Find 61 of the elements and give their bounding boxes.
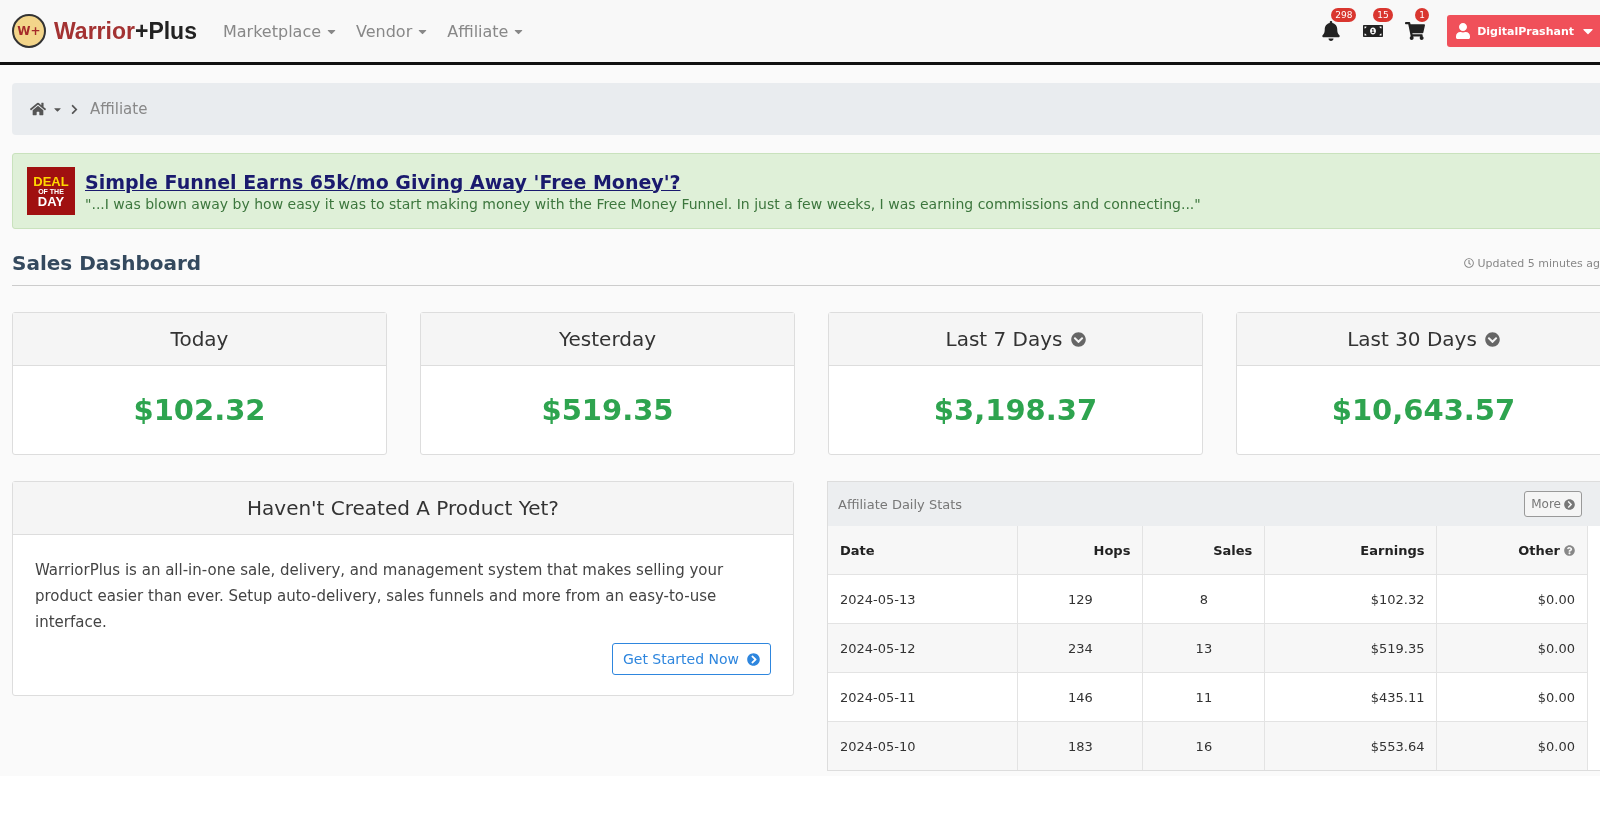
table-cell: 2024-05-13 <box>828 574 1018 624</box>
stat-label: Yesterday <box>558 327 657 351</box>
stat-label: Last 7 Days <box>945 327 1063 351</box>
table-cell: $0.00 <box>1436 623 1588 673</box>
user-icon <box>1455 23 1472 39</box>
bell-icon[interactable] <box>1321 21 1342 41</box>
nav-menu[interactable]: Marketplace <box>222 21 338 41</box>
promo-text: WarriorPlus is an all-in-one sale, delivery, and management system that makes selling your product easier than ever. Setup auto-delivery, sales funnels and more from an easy-to-use interface. <box>34 560 725 633</box>
get-started-button[interactable]: Get Started Now <box>611 643 771 675</box>
stat-value: $10,643.57 <box>1331 393 1516 427</box>
table-cell: $0.00 <box>1436 721 1588 770</box>
table-cell: $519.35 <box>1264 623 1437 673</box>
chevron-icon <box>69 103 80 115</box>
count-badge: 15 <box>1373 8 1393 22</box>
table-cell: 2024-05-12 <box>828 623 1018 673</box>
promo-title: Haven't Created A Product Yet? <box>247 496 559 520</box>
stat-label: Today <box>170 327 229 351</box>
clock-icon <box>1464 258 1475 268</box>
count-badge: 298 <box>1331 8 1357 22</box>
table-cell: 129 <box>1017 574 1143 624</box>
table-cell: $0.00 <box>1436 672 1588 722</box>
dropdown-icon[interactable] <box>1070 331 1086 347</box>
home-icon[interactable] <box>30 101 46 117</box>
dropdown-icon[interactable] <box>1484 331 1500 347</box>
stat-value: $102.32 <box>133 393 266 427</box>
table-cell: 2024-05-10 <box>828 721 1018 770</box>
nav-menu[interactable]: Affiliate <box>447 21 526 41</box>
column-header: Hops <box>1017 526 1143 575</box>
table-cell: 183 <box>1017 721 1143 770</box>
panel-title: Affiliate Daily Stats <box>838 496 963 512</box>
stat-label: Last 30 Days <box>1347 327 1477 351</box>
table-cell: $435.11 <box>1264 672 1437 722</box>
column-header: Sales <box>1142 526 1265 575</box>
nav-menu[interactable]: Vendor <box>356 21 430 41</box>
table-cell: 16 <box>1142 721 1265 770</box>
column-header: Date <box>828 526 1018 575</box>
table-cell: 8 <box>1142 574 1265 624</box>
more-button[interactable]: More <box>1524 491 1582 517</box>
count-badge: 1 <box>1415 8 1429 22</box>
updated-text: Updated 5 minutes ag <box>1464 256 1600 270</box>
cart-icon[interactable] <box>1405 21 1426 41</box>
column-header: Earnings <box>1264 526 1437 575</box>
brand-name[interactable]: Warrior+Plus <box>54 17 197 45</box>
table-cell: 146 <box>1017 672 1143 722</box>
help-icon[interactable] <box>1564 544 1575 556</box>
table-cell: 11 <box>1142 672 1265 722</box>
deal-link[interactable]: Simple Funnel Earns 65k/mo Giving Away 'Free Money'? <box>85 170 681 193</box>
table-cell: $102.32 <box>1264 574 1437 624</box>
table-cell: $553.64 <box>1264 721 1437 770</box>
table-cell: 234 <box>1017 623 1143 673</box>
deal-quote: "...I was blown away by how easy it was to start making money with the Free Money Funnel. In just a few weeks, I was earning commissions and connecting..." <box>85 195 1201 212</box>
breadcrumb-current: Affiliate <box>90 100 148 118</box>
table-cell: $0.00 <box>1436 574 1588 624</box>
section-title: Sales Dashboard <box>12 251 202 275</box>
logo-icon[interactable]: W+ <box>12 14 46 48</box>
user-menu-button[interactable]: DigitalPrashant <box>1447 15 1600 47</box>
table-cell: 2024-05-11 <box>828 672 1018 722</box>
column-header: Other <box>1436 526 1588 575</box>
stat-value: $519.35 <box>541 393 674 427</box>
table-cell: 13 <box>1142 623 1265 673</box>
stat-value: $3,198.37 <box>933 393 1098 427</box>
